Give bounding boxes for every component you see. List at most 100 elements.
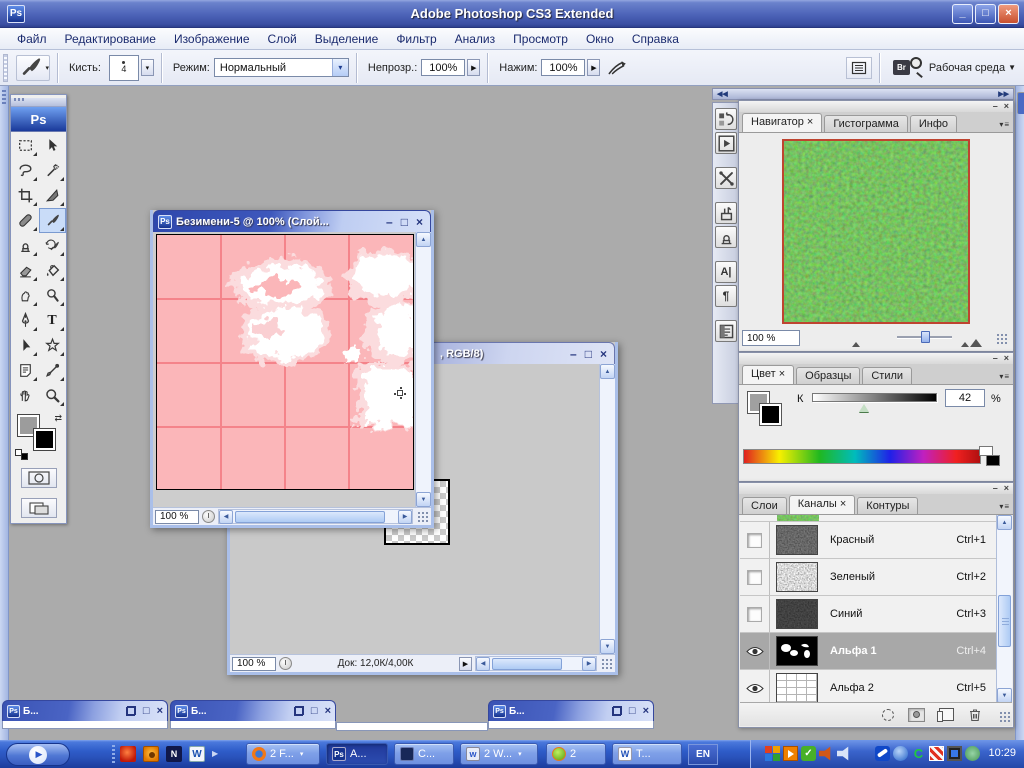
default-colors-icon[interactable] [15,449,28,460]
quick-launch-overflow-icon[interactable]: ▶ [212,749,218,758]
brush-picker-arrow[interactable]: ▾ [140,59,154,76]
scrollbar-thumb[interactable] [492,657,562,670]
workspace-dropdown-icon[interactable]: ▼ [1008,63,1016,72]
background-color-swatch[interactable] [33,428,56,451]
doc2-status-popup-button[interactable]: ▶ [459,656,472,671]
go-to-bridge-button[interactable]: Br [892,56,923,79]
panel-resize-grip[interactable] [995,332,1008,345]
type-tool[interactable]: T [39,308,66,333]
scroll-up-icon[interactable]: ▲ [416,232,431,247]
doc1-canvas[interactable] [156,234,414,490]
notes-tool[interactable] [12,358,39,383]
tray-phone-icon[interactable] [875,746,890,761]
brush-tool[interactable] [38,208,66,233]
scroll-right-icon[interactable]: ▶ [398,509,412,524]
workspace-label[interactable]: Рабочая среда [929,62,1005,74]
tab-info[interactable]: Инфо [909,115,957,132]
load-selection-icon[interactable] [882,708,894,721]
restore-icon[interactable] [293,706,304,716]
k-slider-thumb[interactable] [859,404,869,412]
scrollbar-thumb[interactable] [235,510,385,523]
channels-scrollbar[interactable]: ▲ ▼ [996,515,1012,703]
eraser-tool[interactable] [12,258,39,283]
visibility-well[interactable] [740,559,770,595]
k-slider-track[interactable] [812,393,937,402]
right-strip-grip[interactable] [1017,92,1024,114]
doc2-close-button[interactable]: × [600,348,607,360]
brush-preview[interactable]: 4 [108,54,139,81]
visibility-well[interactable] [740,670,770,703]
panel-minimize-icon[interactable]: – [993,484,998,493]
quick-launch-word-icon[interactable]: W [189,746,205,762]
taskbar-button-photoshop[interactable]: Ps A... [326,743,388,765]
color-background-swatch[interactable] [759,403,782,426]
panel-menu-icon[interactable]: ▾≡ [999,502,1010,511]
options-grip[interactable] [3,53,8,82]
taskbar-button-word[interactable]: W T... [612,743,682,765]
brushes-panel-icon[interactable] [715,202,737,224]
doc1-titlebar[interactable]: Ps Безимени-5 @ 100% (Слой... – □ × [153,210,431,232]
eyedropper-tool[interactable] [39,358,66,383]
tray-antivirus-icon[interactable] [929,746,944,761]
miniwin-titlebar[interactable]: Ps Б... □ × [2,700,168,721]
tray-display-icon[interactable] [947,746,962,761]
maximize-icon[interactable]: □ [629,705,636,717]
scroll-down-icon[interactable]: ▼ [416,492,431,507]
actions-panel-icon[interactable] [715,132,737,154]
close-icon[interactable]: × [157,705,163,717]
channel-row-blue[interactable]: Синий Ctrl+3 [740,596,1012,633]
airbrush-icon[interactable] [606,59,628,77]
swap-colors-icon[interactable]: ⇄ [54,413,62,424]
black-swatch[interactable] [986,455,1000,466]
zoom-tool[interactable] [39,383,66,408]
quick-launch-browser-icon[interactable] [120,746,136,762]
channel-row-alpha2[interactable]: Альфа 2 Ctrl+5 [740,670,1012,703]
scrollbar-thumb[interactable] [998,595,1011,647]
restore-icon[interactable] [125,706,136,716]
tray-volume2-icon[interactable] [837,746,849,761]
panel-close-icon[interactable]: × [1004,102,1009,111]
panel-minimize-icon[interactable]: – [993,354,998,363]
clone-stamp-tool[interactable] [12,233,39,258]
visibility-well[interactable] [740,522,770,558]
doc2-maximize-button[interactable]: □ [585,348,592,360]
slider-thumb[interactable] [921,331,931,343]
history-brush-tool[interactable] [39,233,66,258]
channel-row-alpha1[interactable]: Альфа 1 Ctrl+4 [740,633,1012,670]
maximize-icon[interactable]: □ [143,705,150,717]
miniwin-titlebar[interactable]: Ps Б... □ × [170,700,336,721]
smudge-tool[interactable] [12,283,39,308]
menu-file[interactable]: Файл [8,29,56,49]
resize-grip[interactable] [416,510,429,523]
lasso-tool[interactable] [12,158,39,183]
tab-histogram[interactable]: Гистограмма [824,115,908,132]
save-selection-as-channel-icon[interactable] [908,707,925,722]
menu-window[interactable]: Окно [577,29,623,49]
tray-volume-icon[interactable] [819,746,831,761]
navigator-zoom-field[interactable]: 100 % [742,330,800,346]
miniwin-titlebar[interactable]: Ps Б... □ × [488,700,654,721]
menu-view[interactable]: Просмотр [504,29,577,49]
menu-filter[interactable]: Фильтр [387,29,445,49]
doc2-horizontal-scrollbar[interactable]: ◀ ▶ [475,656,597,671]
zoom-in-icon[interactable] [961,339,982,347]
flow-slider-arrow[interactable]: ▶ [587,59,601,76]
opacity-field[interactable]: 100% [421,59,466,76]
screen-mode-button[interactable] [20,498,57,518]
quick-launch-agent-icon[interactable] [143,746,159,762]
new-channel-icon[interactable] [937,708,954,722]
doc1-minimize-button[interactable]: – [386,216,393,228]
palette-well-icon[interactable] [845,56,872,79]
close-icon[interactable]: × [325,705,331,717]
tab-layers[interactable]: Слои [742,497,787,514]
scroll-down-icon[interactable]: ▼ [997,688,1012,703]
move-tool[interactable] [39,133,66,158]
menu-edit[interactable]: Редактирование [56,29,165,49]
menu-select[interactable]: Выделение [306,29,388,49]
grip-dots[interactable] [2,90,6,106]
language-indicator[interactable]: EN [688,744,718,765]
panel-minimize-icon[interactable]: – [993,102,998,111]
menu-image[interactable]: Изображение [165,29,259,49]
crop-tool[interactable] [12,183,39,208]
doc1-vertical-scrollbar[interactable]: ▲ ▼ [415,232,431,507]
